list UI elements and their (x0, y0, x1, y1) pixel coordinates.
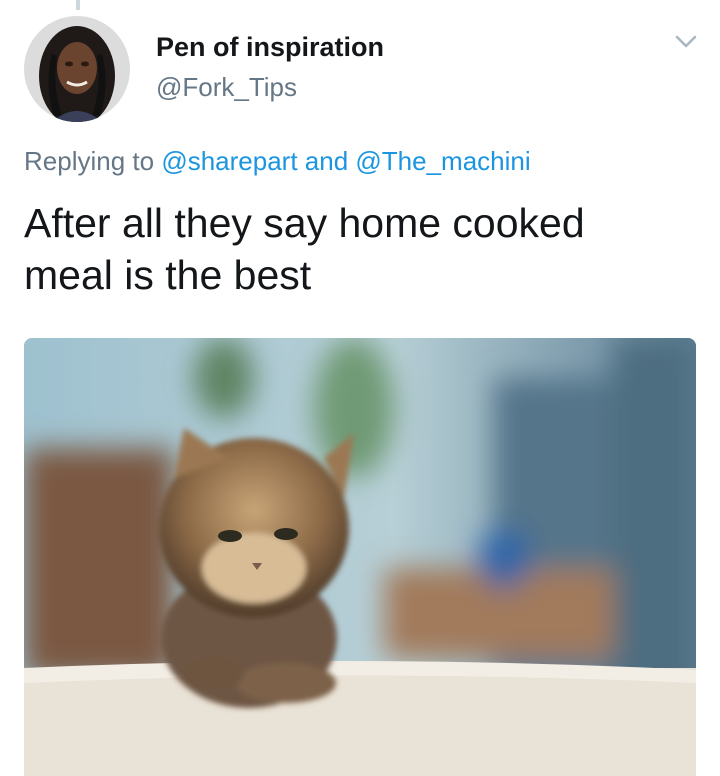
mention-joiner: and (304, 146, 349, 176)
profile-photo (24, 16, 130, 122)
display-name[interactable]: Pen of inspiration (156, 32, 384, 63)
tweet-text: After all they say home cooked meal is t… (24, 200, 585, 298)
mention-the-machini-link[interactable]: @The_machini (355, 146, 530, 176)
mention-sharepart-link[interactable]: @sharepart (161, 146, 297, 176)
chevron-down-icon[interactable] (672, 30, 700, 54)
tweet-media-image[interactable] (24, 338, 696, 776)
thread-connector-line (76, 0, 80, 10)
user-handle[interactable]: @Fork_Tips (156, 72, 297, 103)
reply-prefix: Replying to (24, 146, 155, 176)
kitten-photo (24, 338, 696, 776)
replying-to-line: Replying to @sharepart and @The_machini (24, 146, 531, 177)
avatar[interactable] (24, 16, 130, 122)
